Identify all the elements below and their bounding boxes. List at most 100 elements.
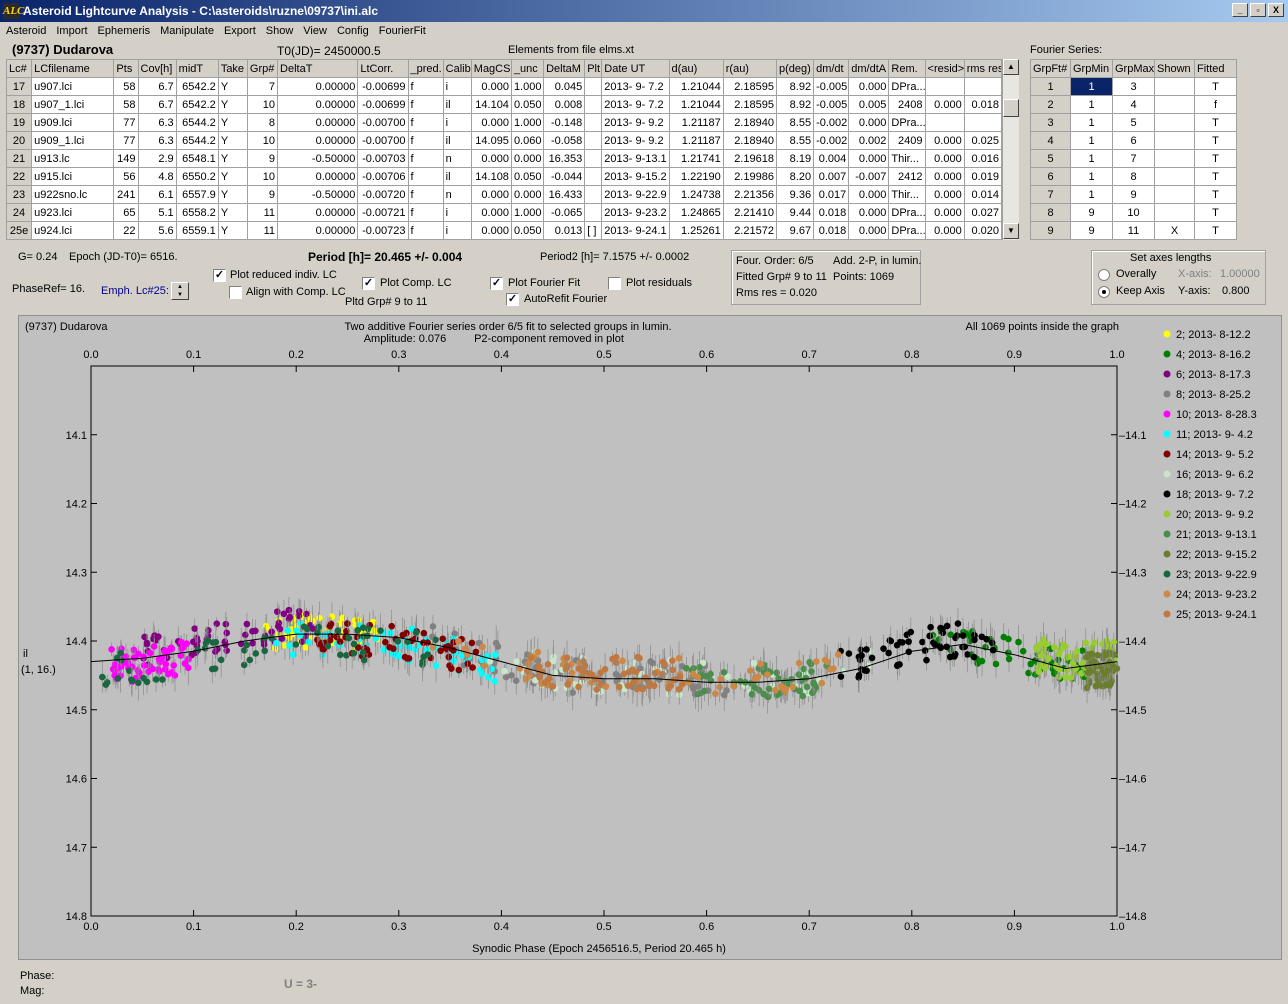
menu-manipulate[interactable]: Manipulate <box>160 25 214 37</box>
table-cell[interactable]: 2013- 9-22.9 <box>601 185 670 204</box>
table-cell[interactable]: 0.000 <box>470 77 512 96</box>
table-row[interactable]: 618 T <box>1030 167 1237 186</box>
table-cell[interactable] <box>1154 167 1195 186</box>
table-cell[interactable]: 2.21410 <box>722 203 777 222</box>
table-cell[interactable]: 24 <box>5 203 33 222</box>
table-cell[interactable]: 7 <box>246 77 279 96</box>
lc_table-header-9[interactable]: _pred. <box>407 59 444 78</box>
table-cell[interactable]: -0.00700 <box>357 131 409 150</box>
lc_table-header-13[interactable]: DeltaM <box>543 59 586 78</box>
table-cell[interactable]: u924.lci <box>31 221 115 240</box>
table-cell[interactable]: 2013- 9-13.1 <box>601 149 670 168</box>
lightcurve-table-scrollbar[interactable]: ▲ ▼ <box>1002 59 1019 240</box>
table-cell[interactable]: 1.000 <box>510 203 545 222</box>
menu-ephemeris[interactable]: Ephemeris <box>98 25 151 37</box>
lc_table-header-14[interactable]: Plt <box>584 59 603 78</box>
table-cell[interactable]: DPra... <box>888 221 926 240</box>
fourier_table-header-4[interactable]: Fitted <box>1194 59 1237 78</box>
table-cell[interactable]: 0.027 <box>963 203 1003 222</box>
table-cell[interactable]: 9 <box>1070 203 1113 222</box>
table-cell[interactable]: u909.lci <box>31 113 115 132</box>
table-cell[interactable]: f <box>407 221 444 240</box>
table-cell[interactable]: 1 <box>1070 149 1113 168</box>
table-cell[interactable]: 1.21741 <box>668 149 724 168</box>
table-row[interactable]: 9 9 11 X T <box>1030 221 1237 240</box>
table-cell[interactable]: 0.002 <box>848 131 890 150</box>
table-cell[interactable]: 0.000 <box>924 185 965 204</box>
table-row[interactable]: 214 f <box>1030 95 1237 114</box>
table-cell[interactable]: 6558.2 <box>175 203 219 222</box>
table-cell[interactable]: 9.36 <box>775 185 815 204</box>
table-cell[interactable]: u909_1.lci <box>31 131 115 150</box>
table-cell[interactable]: 0.000 <box>470 203 512 222</box>
table-cell[interactable]: 8.92 <box>775 95 815 114</box>
table-cell[interactable]: DPra... <box>888 77 926 96</box>
table-cell[interactable]: 9.67 <box>775 221 815 240</box>
table-cell[interactable]: 0.014 <box>963 185 1003 204</box>
table-row[interactable]: 719 T <box>1030 185 1237 204</box>
table-row[interactable]: 23 u922sno.lc 241 6.1 6557.9 Y 9 -0.50000 -0.007… <box>5 185 1003 204</box>
table-cell[interactable]: X <box>1154 221 1195 240</box>
table-cell[interactable]: 25e <box>5 221 33 240</box>
table-row[interactable]: 22 u915.lci 56 4.8 6550.2 Y 10 0.00000 -0.00706 f… <box>5 167 1003 186</box>
table-cell[interactable]: 11 <box>246 203 279 222</box>
table-cell[interactable]: 1 <box>1070 185 1113 204</box>
plot-residuals-checkbox[interactable] <box>608 277 621 290</box>
table-cell[interactable]: -0.002 <box>813 113 850 132</box>
table-cell[interactable]: 58 <box>113 77 139 96</box>
table-cell[interactable]: 0.050 <box>510 167 545 186</box>
table-cell[interactable]: 20 <box>5 131 33 150</box>
lc_table-header-10[interactable]: Calib. <box>442 59 472 78</box>
table-cell[interactable]: 6.7 <box>137 77 177 96</box>
table-cell[interactable]: 0.000 <box>510 149 545 168</box>
table-cell[interactable]: 2013- 9- 9.2 <box>601 131 670 150</box>
plot-fourier-checkbox[interactable]: ✓ <box>490 277 503 290</box>
table-cell[interactable]: f <box>407 149 444 168</box>
table-cell[interactable]: -0.058 <box>543 131 586 150</box>
table-cell[interactable]: 5 <box>1030 149 1071 168</box>
table-cell[interactable]: 0.016 <box>963 149 1003 168</box>
table-cell[interactable]: Y <box>217 131 248 150</box>
table-cell[interactable]: 0.007 <box>813 167 850 186</box>
table-cell[interactable]: 2.21356 <box>722 185 777 204</box>
table-cell[interactable]: u915.lci <box>31 167 115 186</box>
table-cell[interactable]: 5.1 <box>137 203 177 222</box>
table-cell[interactable]: 1 <box>1030 77 1071 96</box>
table-cell[interactable]: 0.00000 <box>277 203 359 222</box>
table-cell[interactable]: 5.6 <box>137 221 177 240</box>
table-cell[interactable]: 1 <box>1070 77 1113 96</box>
table-cell[interactable]: Y <box>217 77 248 96</box>
menu-export[interactable]: Export <box>224 25 256 37</box>
table-cell[interactable]: -0.00700 <box>357 113 409 132</box>
table-cell[interactable]: 0.000 <box>848 203 890 222</box>
table-cell[interactable]: 6542.2 <box>175 95 219 114</box>
table-cell[interactable]: [ ] <box>584 221 603 240</box>
table-cell[interactable]: f <box>407 77 444 96</box>
table-cell[interactable]: i <box>442 113 472 132</box>
table-cell[interactable]: 0.050 <box>510 221 545 240</box>
table-cell[interactable]: 1.24865 <box>668 203 724 222</box>
table-cell[interactable]: 0.000 <box>924 221 965 240</box>
table-cell[interactable]: Y <box>217 221 248 240</box>
table-cell[interactable] <box>1154 185 1195 204</box>
table-cell[interactable] <box>924 113 965 132</box>
table-cell[interactable]: 16.353 <box>543 149 586 168</box>
table-cell[interactable]: T <box>1194 77 1237 96</box>
table-cell[interactable]: 77 <box>113 113 139 132</box>
fourier_table-header-3[interactable]: Shown <box>1154 59 1195 78</box>
table-cell[interactable]: 0.020 <box>963 221 1003 240</box>
align-comp-checkbox[interactable] <box>229 286 242 299</box>
table-cell[interactable]: 7 <box>1030 185 1071 204</box>
lightcurve-plot-panel[interactable]: (9737) Dudarova Two additive Fourier ser… <box>18 315 1282 960</box>
table-cell[interactable] <box>584 167 603 186</box>
table-row[interactable]: 315 T <box>1030 113 1237 132</box>
menu-import[interactable]: Import <box>56 25 87 37</box>
table-cell[interactable]: u922sno.lc <box>31 185 115 204</box>
table-cell[interactable]: 21 <box>5 149 33 168</box>
table-cell[interactable]: 17 <box>5 77 33 96</box>
table-cell[interactable] <box>1154 149 1195 168</box>
table-cell[interactable]: u907.lci <box>31 77 115 96</box>
table-cell[interactable]: 58 <box>113 95 139 114</box>
table-cell[interactable]: 0.00000 <box>277 167 359 186</box>
table-cell[interactable]: 9 <box>1070 221 1113 240</box>
